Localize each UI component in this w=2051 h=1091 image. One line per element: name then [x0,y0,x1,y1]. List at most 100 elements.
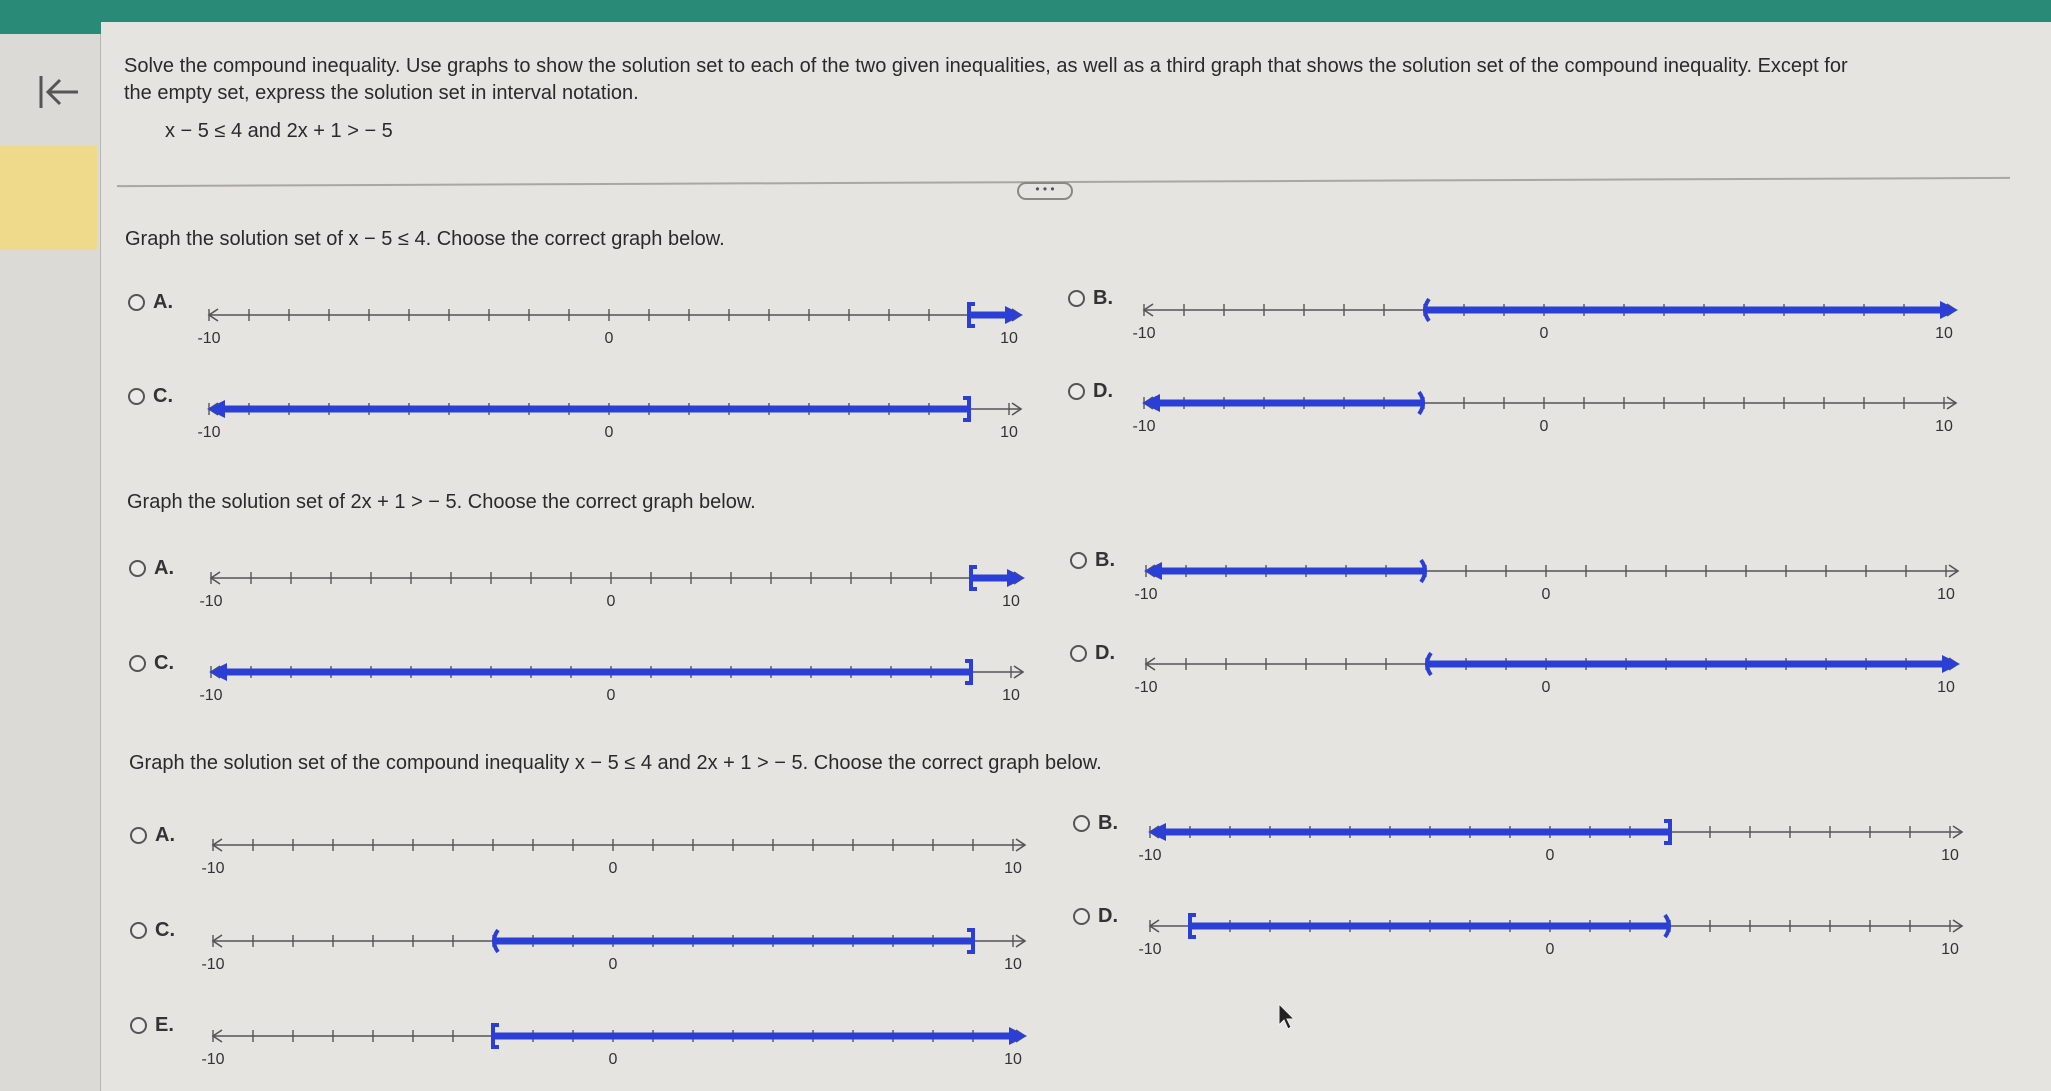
option-label: D. [1098,905,1118,927]
q2-option-d[interactable]: D. [1070,642,1115,665]
tick-label: 0 [1542,586,1551,603]
q3-option-a[interactable]: A. [130,824,175,847]
tick-label: -10 [1138,847,1161,864]
radio-button[interactable] [128,294,145,311]
tick-label: 0 [1540,325,1549,342]
tick-label: 0 [1546,847,1555,864]
solution-arrow-left [1148,823,1166,841]
solution-arrow-left [207,400,225,418]
option-label: A. [154,557,174,579]
tick-label: 10 [1941,941,1959,958]
q3-option-e[interactable]: E. [130,1014,174,1037]
tick-label: 0 [607,593,616,610]
radio-button[interactable] [1068,383,1085,400]
q3-option-b[interactable]: B. [1073,812,1118,835]
radio-button[interactable] [1073,815,1090,832]
option-label: B. [1093,287,1113,309]
number-line-graph[interactable]: -10 0 10 [1132,651,2002,707]
q3-option-c[interactable]: C. [130,919,175,942]
tick-label: 10 [1002,687,1020,704]
question-2-heading: Graph the solution set of 2x + 1 > − 5. … [127,491,756,513]
tick-label: -10 [1138,941,1161,958]
radio-button[interactable] [1070,552,1087,569]
number-line-graph[interactable]: -10 0 10 [197,659,1067,715]
radio-button[interactable] [130,1017,147,1034]
tick-label: 10 [1941,847,1959,864]
option-label: B. [1098,812,1118,834]
option-label: A. [155,824,175,846]
option-label: C. [153,385,173,407]
radio-button[interactable] [129,560,146,577]
radio-button[interactable] [1068,290,1085,307]
tick-label: -10 [201,956,224,973]
tick-label: 0 [605,424,614,441]
q1-option-b[interactable]: B. [1068,287,1113,310]
q1-option-c[interactable]: C. [128,385,173,408]
solution-arrow-right [1940,301,1958,319]
solution-arrow-right [1942,655,1960,673]
tick-label: 0 [607,687,616,704]
radio-button[interactable] [1073,908,1090,925]
tick-label: -10 [199,687,222,704]
tick-label: -10 [1134,586,1157,603]
tick-label: 10 [1937,679,1955,696]
number-line-graph[interactable]: -10 0 10 [1130,390,2000,446]
solution-arrow-right [1005,306,1023,324]
solution-arrow-left [209,663,227,681]
option-label: C. [155,919,175,941]
radio-button[interactable] [130,922,147,939]
radio-button[interactable] [128,388,145,405]
radio-button[interactable] [129,655,146,672]
number-line-graph[interactable]: -10 0 10 [195,396,1065,452]
tick-label: 0 [1540,418,1549,435]
more-button[interactable]: • • • [1017,182,1073,200]
tick-label: 10 [1935,325,1953,342]
option-label: D. [1093,380,1113,402]
tick-label: -10 [201,1051,224,1068]
tick-label: -10 [1134,679,1157,696]
solution-arrow-right [1007,569,1025,587]
tick-label: 10 [1000,330,1018,347]
q3-option-d[interactable]: D. [1073,905,1118,928]
number-line-graph[interactable]: -10 0 10 [1130,297,2000,353]
question-1-heading: Graph the solution set of x − 5 ≤ 4. Cho… [125,228,725,250]
instructions-continued: the empty set, express the solution set … [124,82,639,104]
tick-label: 10 [1004,860,1022,877]
radio-button[interactable] [130,827,147,844]
mouse-cursor-icon [1278,1003,1296,1030]
option-label: C. [154,652,174,674]
radio-button[interactable] [1070,645,1087,662]
number-line-graph[interactable]: -10 0 10 [1132,558,2002,614]
tick-label: 0 [609,1051,618,1068]
tick-label: 10 [1937,586,1955,603]
option-label: E. [155,1014,174,1036]
collapse-panel-icon[interactable] [38,72,82,112]
current-question-marker[interactable] [0,145,97,250]
tick-label: -10 [1132,325,1155,342]
tick-label: -10 [201,860,224,877]
tick-label: 10 [1004,1051,1022,1068]
option-label: D. [1095,642,1115,664]
instructions: Solve the compound inequality. Use graph… [124,55,1848,77]
number-line-graph[interactable]: -10 0 10 [195,302,1065,358]
solution-arrow-left [1142,394,1160,412]
q2-option-a[interactable]: A. [129,557,174,580]
number-line-graph[interactable]: -10 0 10 [199,1023,1069,1068]
number-line-graph[interactable]: -10 0 10 [199,928,1069,984]
q1-option-a[interactable]: A. [128,291,173,314]
number-line-graph[interactable]: -10 0 10 [197,565,1067,621]
tick-label: 10 [1002,593,1020,610]
tick-label: 0 [1542,679,1551,696]
q1-option-d[interactable]: D. [1068,380,1113,403]
option-label: B. [1095,549,1115,571]
number-line-graph[interactable]: -10 0 10 [199,833,1069,888]
tick-label: 0 [1546,941,1555,958]
number-line-graph[interactable]: -10 0 10 [1136,819,2006,875]
tick-label: -10 [197,330,220,347]
tick-label: 0 [609,860,618,877]
q2-option-b[interactable]: B. [1070,549,1115,572]
tick-label: 0 [605,330,614,347]
solution-arrow-left [1144,562,1162,580]
number-line-graph[interactable]: -10 0 10 [1136,913,2006,969]
q2-option-c[interactable]: C. [129,652,174,675]
